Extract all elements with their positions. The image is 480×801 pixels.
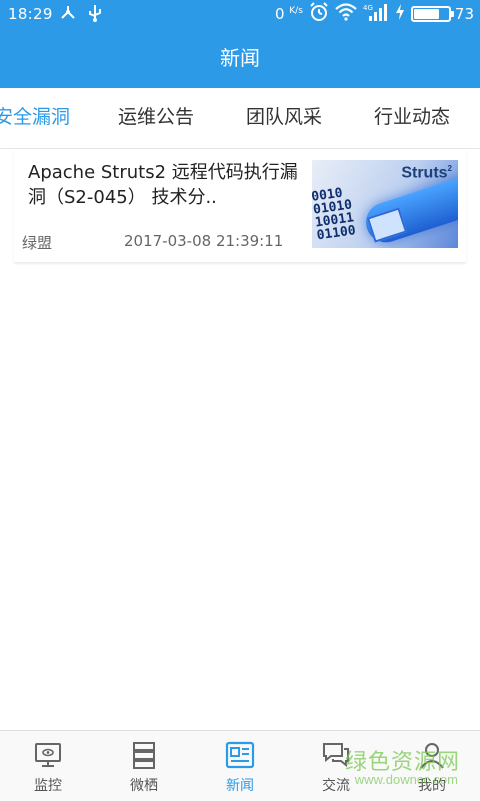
struts-logo-sup: 2 [447, 164, 452, 173]
wifi-icon [335, 3, 357, 25]
news-source: 绿盟 [22, 234, 53, 252]
binary-line: 01100 [315, 223, 357, 244]
server-stack-icon [129, 740, 159, 770]
tab-ops-announcement[interactable]: 运维公告 [118, 88, 194, 148]
binary-digits: 0010 01010 10011 01100 [312, 186, 357, 244]
status-bar: 18:29 0 K/s 4G 73 [0, 0, 480, 28]
news-icon [225, 740, 255, 770]
page-title: 新闻 [220, 46, 260, 70]
category-tabs: 安全漏洞 运维公告 团队风采 行业动态 [0, 88, 480, 149]
battery-fill [413, 9, 439, 19]
tab-security-vulnerability[interactable]: 安全漏洞 [0, 88, 70, 148]
net-speed-value: 0 [274, 5, 285, 23]
news-date: 2017-03-08 21:39:11 [124, 232, 284, 250]
net-speed-unit: K/s [289, 6, 303, 16]
status-left-icons [60, 4, 114, 26]
watermark-url: www.downcc.com [354, 772, 458, 787]
app-bar: 新闻 [0, 28, 480, 88]
network-type: 4G [363, 4, 373, 12]
share-icon [60, 5, 76, 25]
usb-icon [88, 4, 102, 26]
nav-item-microhost[interactable]: 微栖 [96, 731, 192, 801]
net-speed: 0 K/s [275, 5, 303, 23]
alarm-icon [309, 2, 329, 26]
charging-icon [395, 3, 405, 25]
signal-icon: 4G [363, 3, 389, 25]
nav-item-monitor[interactable]: 监控 [0, 731, 96, 801]
tab-team-style[interactable]: 团队风采 [246, 88, 322, 148]
battery-icon [410, 6, 454, 22]
status-time: 18:29 [8, 5, 53, 23]
news-list-item[interactable]: Apache Struts2 远程代码执行漏洞（S2-045） 技术分.. 绿盟… [14, 150, 466, 263]
nav-label-monitor: 监控 [34, 778, 62, 794]
tab-industry-news[interactable]: 行业动态 [374, 88, 450, 148]
struts-logo-text: Struts [401, 164, 448, 182]
battery-percent: 73 [454, 5, 474, 23]
status-right-icons: 0 K/s 4G 73 [269, 2, 474, 26]
news-title: Apache Struts2 远程代码执行漏洞（S2-045） 技术分.. [28, 162, 298, 208]
struts-logo: Struts2 [401, 164, 452, 182]
nav-label-news: 新闻 [226, 778, 254, 794]
nav-label-microhost: 微栖 [130, 778, 158, 794]
news-thumbnail: 0010 01010 10011 01100 Struts2 [312, 160, 458, 248]
monitor-icon [33, 740, 63, 770]
nav-item-news[interactable]: 新闻 [192, 731, 288, 801]
